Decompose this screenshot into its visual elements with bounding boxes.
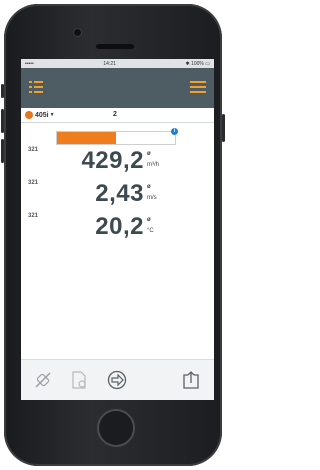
probe-icon: [25, 111, 33, 119]
bottom-toolbar: [21, 359, 214, 400]
volume-up-button: [1, 109, 4, 133]
battery-status: ✱ 100% ▭: [185, 60, 210, 67]
reading-value: 429,2: [81, 147, 144, 174]
average-symbol: ø: [147, 151, 151, 157]
device-name[interactable]: 405i: [35, 112, 49, 119]
reading-channel-label: 321: [28, 147, 39, 153]
reading-unit: °C: [147, 228, 154, 234]
list-icon[interactable]: [190, 80, 206, 94]
reading-row: 321 2,43 ø m/s: [21, 178, 214, 211]
reading-channel-label: 321: [28, 180, 39, 186]
reading-row: 321 429,2 ø m³/h: [21, 145, 214, 178]
info-icon[interactable]: i: [171, 128, 178, 135]
menu-icon[interactable]: [29, 80, 43, 94]
status-time: 14:21: [103, 60, 116, 67]
home-button[interactable]: [97, 409, 135, 447]
reading-unit: m³/h: [147, 162, 159, 168]
earpiece-speaker: [96, 44, 134, 49]
reading-value: 2,43: [95, 180, 144, 207]
file-settings-icon[interactable]: [69, 370, 89, 390]
progress-bar: [56, 131, 176, 145]
average-symbol: ø: [147, 217, 151, 223]
reading-unit: m/s: [147, 195, 157, 201]
page-number: 2: [113, 111, 117, 118]
power-button: [222, 114, 225, 142]
forward-circle-icon[interactable]: [107, 370, 127, 390]
export-icon[interactable]: [181, 370, 201, 390]
progress-area: i: [21, 123, 214, 145]
front-camera: [74, 29, 81, 36]
phone-screen: ••••• 14:21 ✱ 100% ▭ 405i ▼ 2 i 321 429,…: [21, 59, 214, 400]
reading-value: 20,2: [95, 213, 144, 240]
reading-row: 321 20,2 ø °C: [21, 211, 214, 244]
average-symbol: ø: [147, 184, 151, 190]
carrier-signal: •••••: [25, 60, 34, 67]
no-probe-icon[interactable]: [33, 370, 53, 390]
volume-down-button: [1, 139, 4, 163]
phone-frame: ••••• 14:21 ✱ 100% ▭ 405i ▼ 2 i 321 429,…: [1, 4, 225, 466]
dropdown-caret-icon[interactable]: ▼: [50, 112, 55, 118]
device-selector-row[interactable]: 405i ▼ 2: [21, 108, 214, 123]
mute-switch: [1, 84, 4, 98]
reading-channel-label: 321: [28, 213, 39, 219]
status-bar: ••••• 14:21 ✱ 100% ▭: [21, 59, 214, 68]
app-bar: [21, 68, 214, 108]
progress-bar-fill: [57, 132, 116, 144]
